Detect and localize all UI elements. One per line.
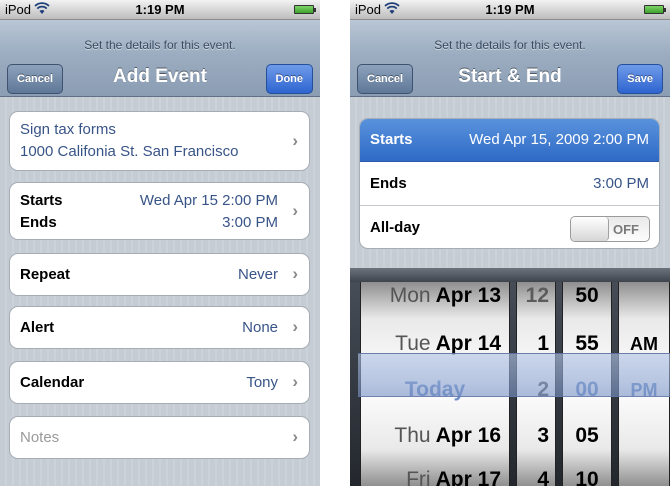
title-location-cell[interactable]: Sign tax forms 1000 Califonia St. San Fr… <box>9 111 310 171</box>
starts-row[interactable]: Starts Wed Apr 15, 2009 2:00 PM <box>360 119 659 162</box>
weekday-label: Thu <box>394 424 431 447</box>
notes-placeholder: Notes <box>20 429 60 446</box>
status-bar: iPod 1:19 PM <box>0 0 320 20</box>
start-end-table: Starts Wed Apr 15, 2009 2:00 PM Ends 3:0… <box>359 118 660 249</box>
picker-top-shade <box>350 268 670 282</box>
event-location: 1000 Califonia St. San Francisco <box>20 143 239 160</box>
calendar-label: Calendar <box>20 374 85 391</box>
starts-label: Starts <box>370 131 413 148</box>
ends-value: 3:00 PM <box>222 214 278 231</box>
nav-prompt: Set the details for this event. <box>434 38 586 52</box>
repeat-label: Repeat <box>20 266 71 283</box>
repeat-cell[interactable]: Repeat Never › <box>9 253 310 296</box>
chevron-right-icon: › <box>292 264 298 283</box>
allday-label: All-day <box>370 219 421 236</box>
chevron-right-icon: › <box>292 317 298 336</box>
alert-value: None <box>242 319 278 336</box>
navigation-bar: Set the details for this event. Cancel S… <box>350 20 670 97</box>
toggle-knob <box>571 217 609 241</box>
add-event-screen: iPod 1:19 PM Set the details for this ev… <box>0 0 320 486</box>
starts-value: Wed Apr 15 2:00 PM <box>139 192 278 209</box>
nav-prompt: Set the details for this event. <box>84 38 236 52</box>
starts-value: Wed Apr 15, 2009 2:00 PM <box>469 131 649 148</box>
date-option[interactable]: Fri Apr 17 <box>361 458 509 486</box>
minute-option[interactable]: 50 <box>563 282 611 318</box>
hour-option[interactable]: 3 <box>517 414 555 458</box>
save-button[interactable]: Save <box>617 64 663 94</box>
start-end-screen: iPod 1:19 PM Set the details for this ev… <box>350 0 670 486</box>
status-time: 1:19 PM <box>485 2 535 17</box>
date-time-picker: Mon Apr 13 Tue Apr 14 Today Thu Apr 16 F… <box>350 268 670 486</box>
ends-value: 3:00 PM <box>593 175 649 192</box>
toggle-state: OFF <box>613 222 639 237</box>
ends-label: Ends <box>370 175 407 192</box>
event-title: Sign tax forms <box>20 121 116 138</box>
date-label: Apr 16 <box>435 424 501 447</box>
minute-option[interactable]: 10 <box>563 458 611 486</box>
allday-toggle[interactable]: OFF <box>570 216 650 242</box>
status-time: 1:19 PM <box>135 2 185 17</box>
weekday-label: Fri <box>406 468 431 486</box>
calendar-value: Tony <box>246 374 278 391</box>
date-label: Apr 14 <box>435 332 501 355</box>
status-bar: iPod 1:19 PM <box>350 0 670 20</box>
allday-row: All-day OFF <box>360 207 659 248</box>
picker-selection-bar <box>358 353 670 397</box>
chevron-right-icon: › <box>292 131 298 150</box>
starts-label: Starts <box>20 192 63 209</box>
calendar-cell[interactable]: Calendar Tony › <box>9 361 310 404</box>
hour-option[interactable]: 12 <box>517 282 555 318</box>
date-option[interactable]: Thu Apr 16 <box>361 414 509 458</box>
chevron-right-icon: › <box>292 201 298 220</box>
done-button[interactable]: Done <box>265 64 313 94</box>
date-label: Apr 13 <box>435 284 501 307</box>
date-label: Apr 17 <box>435 468 501 486</box>
notes-cell[interactable]: Notes › <box>9 416 310 459</box>
starts-ends-cell[interactable]: Starts Ends Wed Apr 15 2:00 PM 3:00 PM › <box>9 182 310 240</box>
chevron-right-icon: › <box>292 372 298 391</box>
weekday-label: Tue <box>395 332 431 355</box>
battery-icon <box>644 5 666 14</box>
date-option[interactable]: Mon Apr 13 <box>361 282 509 318</box>
battery-icon <box>294 5 316 14</box>
navigation-bar: Set the details for this event. Cancel A… <box>0 20 320 97</box>
weekday-label: Mon <box>389 284 431 307</box>
repeat-value: Never <box>237 266 278 283</box>
alert-label: Alert <box>20 319 55 336</box>
minute-option[interactable]: 05 <box>563 414 611 458</box>
chevron-right-icon: › <box>292 427 298 446</box>
ends-row[interactable]: Ends 3:00 PM <box>360 163 659 206</box>
hour-option[interactable]: 4 <box>517 458 555 486</box>
alert-cell[interactable]: Alert None › <box>9 306 310 349</box>
ends-label: Ends <box>20 214 57 231</box>
